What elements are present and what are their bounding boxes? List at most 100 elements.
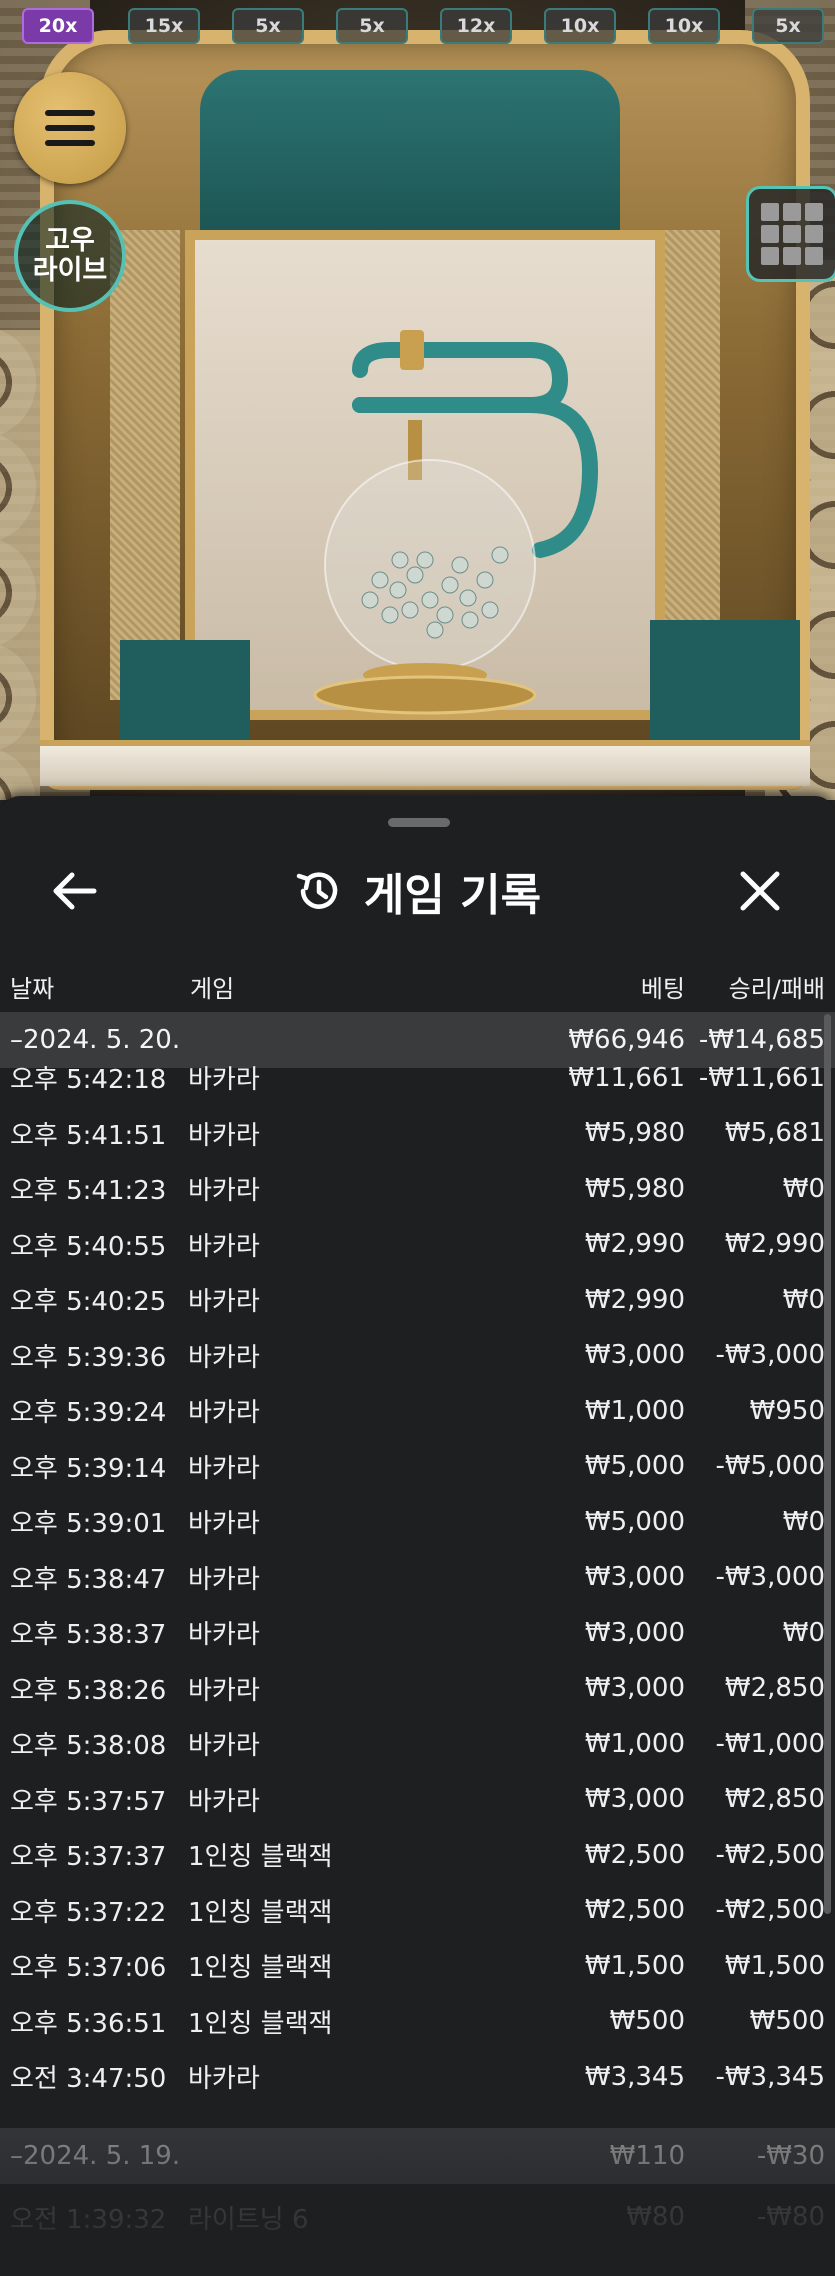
row-time: 오후 5:38:26 — [10, 1675, 167, 1706]
row-bet: ₩3,000 — [584, 1340, 685, 1370]
column-header-bet: 베팅 — [640, 974, 685, 1003]
row-result: ₩950 — [749, 1395, 825, 1426]
table-row[interactable]: 오후 5:39:24 바카라 ₩1,000 ₩950 — [0, 1383, 835, 1439]
column-header-game: 게임 — [190, 974, 235, 1003]
row-game: 바카라 — [188, 2064, 260, 2094]
table-row[interactable]: 오후 5:41:23 바카라 ₩5,980 ₩0 — [0, 1161, 835, 1217]
drag-handle[interactable] — [388, 818, 450, 827]
row-time: 오후 5:40:25 — [10, 1287, 167, 1317]
row-game: 바카라 — [188, 1176, 260, 1206]
table-row[interactable]: 오후 5:37:57 바카라 ₩3,000 ₩2,850 — [0, 1772, 835, 1828]
table-row[interactable]: 오후 5:40:55 바카라 ₩2,990 ₩2,990 — [0, 1217, 835, 1273]
row-result: -₩5,000 — [715, 1451, 825, 1481]
table-row[interactable]: 오후 5:37:22 1인칭 블랙잭 ₩2,500 -₩2,500 — [0, 1883, 835, 1939]
scene-ring-decor-left — [0, 330, 40, 800]
row-bet: ₩2,990 — [584, 1229, 685, 1259]
row-result: -₩3,345 — [715, 2061, 825, 2092]
row-game: 바카라 — [188, 1786, 260, 1817]
row-game: 바카라 — [188, 1398, 260, 1428]
multiplier-chip: 5x — [752, 8, 824, 44]
row-game: 라이트닝 6 — [188, 2204, 309, 2235]
brand-logo-button[interactable]: 고우 라이브 — [14, 200, 126, 312]
bottom-fade-overlay — [0, 2096, 835, 2276]
table-row[interactable]: 오후 5:42:18 바카라 ₩11,661 -₩11,661 — [0, 1050, 835, 1106]
row-bet: ₩5,000 — [584, 1451, 685, 1481]
menu-button[interactable] — [14, 72, 126, 184]
row-time: 오후 5:37:22 — [10, 1897, 167, 1928]
date-group-bet-total: ₩110 — [609, 2141, 685, 2171]
row-bet: ₩5,980 — [584, 1118, 685, 1148]
row-bet: ₩2,990 — [584, 1284, 685, 1315]
panel-header: 게임 기록 — [0, 846, 835, 936]
row-result: -₩1,000 — [715, 1728, 825, 1759]
table-row[interactable]: 오후 5:38:37 바카라 ₩3,000 ₩0 — [0, 1605, 835, 1661]
row-time: 오후 5:38:08 — [10, 1731, 167, 1761]
row-game: 1인칭 블랙잭 — [188, 1842, 333, 1872]
row-result: -₩80 — [756, 2202, 825, 2232]
row-bet: ₩3,345 — [584, 2061, 685, 2092]
row-result: ₩2,850 — [724, 1673, 825, 1703]
row-time: 오전 3:47:50 — [10, 2064, 167, 2094]
brand-logo-line1: 고우 — [45, 225, 95, 256]
row-time: 오후 5:41:51 — [10, 1120, 167, 1151]
table-row[interactable]: 오후 5:39:36 바카라 ₩3,000 -₩3,000 — [0, 1328, 835, 1384]
row-game: 1인칭 블랙잭 — [188, 1953, 333, 1983]
date-group-header[interactable]: –2024. 5. 19. ₩110 -₩30 — [0, 2128, 835, 2184]
row-time: 오후 5:37:37 — [10, 1842, 167, 1872]
history-icon — [296, 872, 338, 909]
table-row[interactable]: 오후 5:38:08 바카라 ₩1,000 -₩1,000 — [0, 1716, 835, 1772]
row-time: 오후 5:37:06 — [10, 1953, 167, 1983]
row-bet: ₩80 — [626, 2202, 685, 2232]
row-game: 바카라 — [188, 1120, 260, 1151]
row-game: 바카라 — [188, 1287, 260, 1317]
row-result: ₩500 — [749, 2006, 825, 2036]
row-bet: ₩2,500 — [584, 1895, 685, 1925]
table-row[interactable]: 오후 5:38:26 바카라 ₩3,000 ₩2,850 — [0, 1661, 835, 1717]
row-result: ₩0 — [782, 1173, 825, 1204]
grid-view-button[interactable] — [746, 186, 835, 282]
row-result: ₩2,850 — [724, 1784, 825, 1814]
row-bet: ₩3,000 — [584, 1562, 685, 1592]
row-result: ₩0 — [782, 1284, 825, 1315]
row-bet: ₩1,000 — [584, 1395, 685, 1426]
game-history-panel: 게임 기록 날짜 게임 베팅 승리/패배 –2024. 5. 20. ₩66,9… — [0, 796, 835, 2276]
close-icon — [740, 871, 780, 911]
row-time: 오후 5:39:01 — [10, 1509, 167, 1539]
table-row[interactable]: 오전 1:39:32 라이트닝 6 ₩80 -₩80 — [0, 2192, 835, 2242]
multiplier-bar: 20x 15x 5x 5x 12x 10x 10x 5x — [0, 8, 835, 46]
ball-draw-machine — [313, 330, 599, 715]
table-row[interactable]: 오후 5:37:06 1인칭 블랙잭 ₩1,500 ₩1,500 — [0, 1938, 835, 1994]
close-button[interactable] — [730, 864, 790, 918]
scrollbar[interactable] — [824, 1014, 831, 1914]
row-time: 오후 5:39:36 — [10, 1342, 167, 1373]
row-bet: ₩1,500 — [584, 1950, 685, 1981]
multiplier-chip: 5x — [232, 8, 304, 44]
row-time: 오후 5:39:24 — [10, 1398, 167, 1428]
multiplier-chip: 10x — [648, 8, 720, 44]
row-bet: ₩1,000 — [584, 1728, 685, 1759]
row-time: 오후 5:42:18 — [10, 1065, 167, 1095]
row-game: 바카라 — [188, 1231, 260, 1262]
row-result: -₩3,000 — [715, 1340, 825, 1370]
table-row[interactable]: 오전 3:47:50 바카라 ₩3,345 -₩3,345 — [0, 2049, 835, 2105]
row-result: ₩0 — [782, 1617, 825, 1648]
row-result: ₩2,990 — [724, 1229, 825, 1259]
brand-logo-line2: 라이브 — [32, 255, 108, 286]
table-row[interactable]: 오후 5:40:25 바카라 ₩2,990 ₩0 — [0, 1272, 835, 1328]
multiplier-chip: 12x — [440, 8, 512, 44]
booth-top-panel — [200, 70, 620, 240]
multiplier-chip: 20x — [22, 8, 94, 44]
table-row[interactable]: 오후 5:36:51 1인칭 블랙잭 ₩500 ₩500 — [0, 1994, 835, 2050]
row-game: 1인칭 블랙잭 — [188, 1897, 333, 1928]
table-row[interactable]: 오후 5:41:51 바카라 ₩5,980 ₩5,681 — [0, 1106, 835, 1162]
table-row[interactable]: 오후 5:39:01 바카라 ₩5,000 ₩0 — [0, 1494, 835, 1550]
table-row[interactable]: 오후 5:39:14 바카라 ₩5,000 -₩5,000 — [0, 1439, 835, 1495]
table-row[interactable]: 오후 5:37:37 1인칭 블랙잭 ₩2,500 -₩2,500 — [0, 1827, 835, 1883]
table-row[interactable]: 오후 5:38:47 바카라 ₩3,000 -₩3,000 — [0, 1550, 835, 1606]
row-game: 바카라 — [188, 1509, 260, 1539]
grid-icon — [761, 203, 823, 265]
row-time: 오후 5:38:47 — [10, 1564, 167, 1595]
booth-base — [40, 740, 810, 786]
row-game: 바카라 — [188, 1675, 260, 1706]
row-bet: ₩500 — [609, 2006, 685, 2036]
